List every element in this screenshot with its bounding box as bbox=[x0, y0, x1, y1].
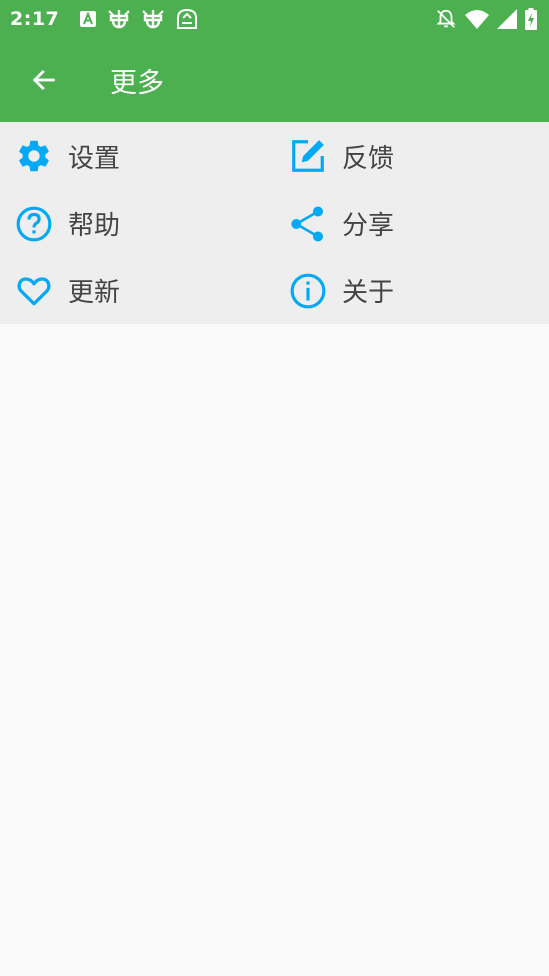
more-menu-grid: 设置 反馈 帮助 分享 更新 关于 bbox=[0, 122, 549, 324]
bug-icon bbox=[141, 8, 165, 30]
share-icon bbox=[288, 204, 328, 244]
page-title: 更多 bbox=[110, 67, 164, 99]
gear-icon bbox=[14, 136, 54, 176]
menu-item-share[interactable]: 分享 bbox=[274, 190, 549, 257]
status-right bbox=[435, 8, 537, 30]
battery-charging-icon bbox=[525, 8, 537, 30]
bell-off-icon bbox=[435, 8, 457, 30]
menu-item-update[interactable]: 更新 bbox=[0, 257, 274, 324]
app-bar: 更多 bbox=[0, 38, 549, 122]
help-icon bbox=[14, 204, 54, 244]
menu-item-feedback[interactable]: 反馈 bbox=[274, 122, 549, 190]
status-left: 2:17 bbox=[10, 8, 199, 30]
menu-item-label: 设置 bbox=[68, 143, 121, 174]
menu-item-settings[interactable]: 设置 bbox=[0, 122, 274, 190]
menu-item-about[interactable]: 关于 bbox=[274, 257, 549, 324]
menu-item-label: 分享 bbox=[342, 211, 395, 241]
menu-item-help[interactable]: 帮助 bbox=[0, 190, 274, 257]
signal-icon bbox=[497, 9, 517, 29]
menu-item-label: 关于 bbox=[342, 278, 395, 308]
arrow-left-icon bbox=[32, 69, 55, 91]
status-time: 2:17 bbox=[10, 8, 60, 30]
edit-icon bbox=[288, 136, 328, 176]
info-icon bbox=[288, 271, 328, 311]
back-button[interactable] bbox=[24, 60, 64, 100]
heart-icon bbox=[14, 271, 54, 311]
bug-icon bbox=[107, 8, 131, 30]
menu-item-label: 更新 bbox=[68, 278, 121, 308]
sim-icon bbox=[175, 8, 199, 30]
menu-item-label: 帮助 bbox=[68, 211, 121, 241]
status-bar: 2:17 bbox=[0, 0, 549, 38]
wifi-icon bbox=[465, 9, 489, 29]
a-app-icon bbox=[79, 10, 97, 28]
menu-item-label: 反馈 bbox=[342, 143, 395, 174]
